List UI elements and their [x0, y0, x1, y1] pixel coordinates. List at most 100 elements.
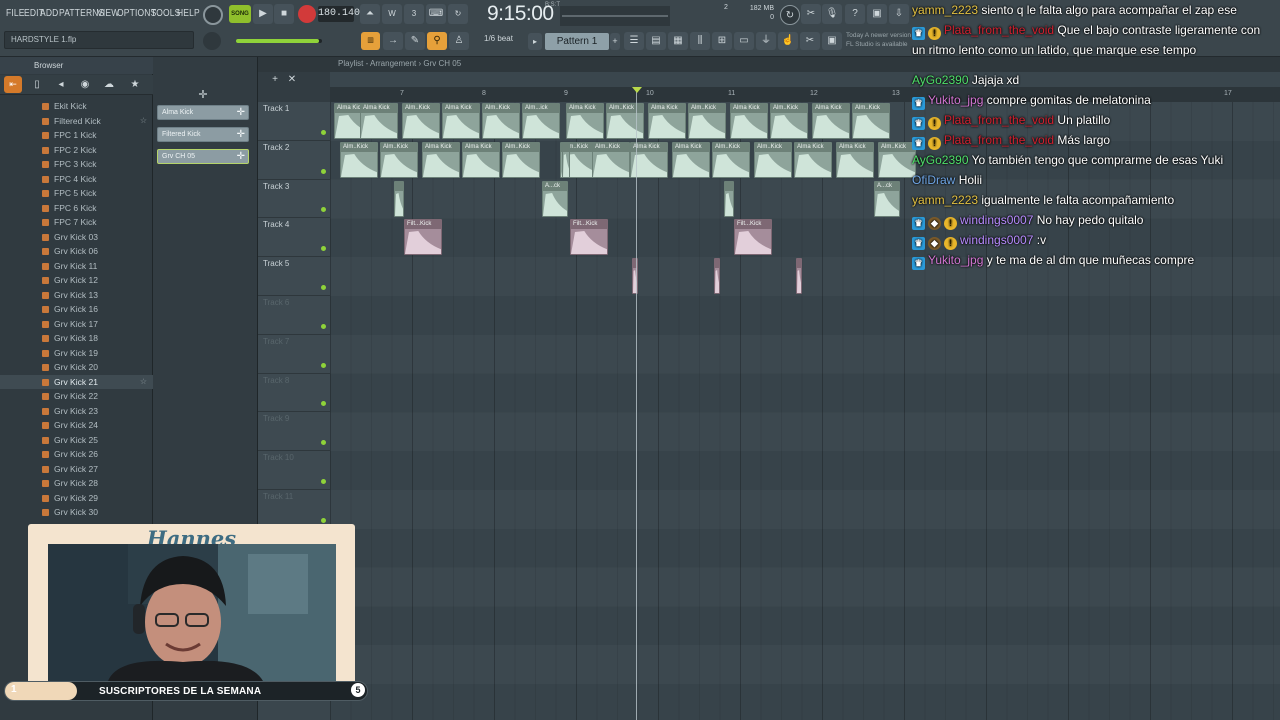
- chat-username[interactable]: Yukito_jpg: [928, 93, 983, 107]
- browser-item[interactable]: Grv Kick 12: [0, 273, 153, 288]
- piano-roll-icon[interactable]: ▤: [646, 32, 666, 50]
- browser-item[interactable]: Ekit Kick: [0, 99, 153, 114]
- pattern-clip[interactable]: Alma Kick: [648, 103, 686, 139]
- master-volume-slider[interactable]: [236, 39, 322, 43]
- pattern-clip[interactable]: Alma Kick: [730, 103, 768, 139]
- track-header[interactable]: Track 8: [258, 373, 330, 413]
- stamp-icon[interactable]: ♙: [449, 32, 469, 50]
- chat-username[interactable]: yamm_2223: [912, 3, 978, 17]
- track-header[interactable]: Track 6: [258, 295, 330, 335]
- track-mute-led[interactable]: [321, 284, 326, 290]
- chat-username[interactable]: Plata_from_the_void: [944, 133, 1054, 147]
- chat-username[interactable]: yamm_2223: [912, 193, 978, 207]
- browser-item[interactable]: Grv Kick 28: [0, 476, 153, 491]
- pattern-clip[interactable]: Alma Kick: [566, 103, 604, 139]
- playhead-marker[interactable]: [632, 87, 642, 93]
- sample-icon[interactable]: ✂: [800, 32, 820, 50]
- pattern-clip[interactable]: Alm..Kick: [502, 141, 540, 178]
- chat-username[interactable]: AyGo2390: [912, 73, 969, 87]
- browser-item[interactable]: Grv Kick 23: [0, 404, 153, 419]
- track-mute-led[interactable]: [321, 478, 326, 484]
- browser-item[interactable]: FPC 3 Kick: [0, 157, 153, 172]
- pattern-clip[interactable]: [394, 180, 404, 217]
- project-name[interactable]: HARDSTYLE 1.flp: [4, 31, 194, 49]
- pattern-clip[interactable]: Alm..Kick: [340, 141, 378, 178]
- pattern-clip[interactable]: Alm..Kick: [592, 141, 630, 178]
- channel-add-icon[interactable]: ✛: [193, 85, 213, 105]
- playhead[interactable]: [636, 87, 637, 720]
- channel-filtered-kick[interactable]: Filtered Kick ✛: [157, 127, 249, 142]
- browser-item[interactable]: Grv Kick 20: [0, 360, 153, 375]
- browser-item[interactable]: Grv Kick 25: [0, 433, 153, 448]
- add-track-icon[interactable]: +: [268, 74, 282, 86]
- track-header[interactable]: Track 11: [258, 489, 330, 529]
- cut-icon[interactable]: ✂: [801, 4, 821, 24]
- chat-username[interactable]: windings0007: [960, 233, 1033, 247]
- pencil-icon[interactable]: ✎: [405, 32, 425, 50]
- pattern-clip[interactable]: Alm..Kick: [852, 103, 890, 139]
- mixer-icon[interactable]: ⫼: [690, 32, 710, 50]
- track-mute-led[interactable]: [321, 246, 326, 252]
- chat-username[interactable]: Yukito_jpg: [928, 253, 983, 267]
- pattern-clip[interactable]: Alm..Kick: [402, 103, 440, 139]
- chat-username[interactable]: windings0007: [960, 213, 1033, 227]
- pattern-clip[interactable]: Filt...Kick: [570, 219, 608, 256]
- pattern-prev-icon[interactable]: ▸: [528, 33, 542, 50]
- plugin-picker-icon[interactable]: ⊞: [712, 32, 732, 50]
- cloud-icon[interactable]: ☁: [100, 76, 118, 93]
- browser-item[interactable]: Grv Kick 17: [0, 317, 153, 332]
- track-mute-led[interactable]: [321, 440, 326, 446]
- pattern-clip[interactable]: Alma Kick: [442, 103, 480, 139]
- track-mute-led[interactable]: [321, 517, 326, 523]
- pattern-clip[interactable]: Filt...Kick: [734, 219, 772, 256]
- track-mute-led[interactable]: [321, 168, 326, 174]
- pattern-clip[interactable]: A...ck: [874, 180, 900, 217]
- pattern-clip[interactable]: [796, 258, 802, 295]
- menu-help[interactable]: HELP: [177, 8, 200, 19]
- browser-item[interactable]: FPC 2 Kick: [0, 143, 153, 158]
- pattern-clip[interactable]: Alm..Kick: [770, 103, 808, 139]
- browser-item[interactable]: Grv Kick 16: [0, 302, 153, 317]
- microphone-icon[interactable]: 🎙: [822, 4, 842, 24]
- tempo-display[interactable]: 180.140: [318, 6, 360, 22]
- pattern-clip[interactable]: Alma Kick: [812, 103, 850, 139]
- favorite-star-icon[interactable]: ☆: [140, 375, 147, 390]
- file-icon[interactable]: ▯: [28, 76, 46, 93]
- plugin-icon[interactable]: ⏚: [756, 32, 776, 50]
- pattern-clip[interactable]: Alma Kick: [794, 141, 832, 178]
- loop-record-icon[interactable]: ↻: [448, 4, 468, 24]
- track-header[interactable]: Track 1: [258, 102, 330, 141]
- browser-item[interactable]: Grv Kick 13: [0, 288, 153, 303]
- browser-item[interactable]: FPC 1 Kick: [0, 128, 153, 143]
- pattern-clip[interactable]: Alm..Kick: [754, 141, 792, 178]
- chat-username[interactable]: OfiDraw: [912, 173, 955, 187]
- track-header[interactable]: Track 10: [258, 451, 330, 490]
- mixer-news-icon[interactable]: ▣: [822, 32, 842, 50]
- browser-item[interactable]: Grv Kick 24: [0, 418, 153, 433]
- arrow-right-icon[interactable]: →: [383, 32, 403, 50]
- master-pitch-knob-icon[interactable]: [203, 32, 221, 50]
- browser-collapse-icon[interactable]: ⇤: [4, 76, 22, 93]
- wait-icon[interactable]: W: [382, 4, 402, 24]
- pattern-clip[interactable]: Alm..Kick: [482, 103, 520, 139]
- pattern-clip[interactable]: Alm..Kick: [688, 103, 726, 139]
- pattern-clip[interactable]: Alma Kick: [422, 141, 460, 178]
- play-icon[interactable]: ▶: [253, 4, 273, 24]
- stop-icon[interactable]: ■: [274, 4, 294, 24]
- browser-item[interactable]: Grv Kick 21 ☆: [0, 374, 153, 390]
- chat-username[interactable]: AyGo2390: [912, 153, 969, 167]
- browser-item[interactable]: FPC 4 Kick: [0, 172, 153, 187]
- track-mute-led[interactable]: [321, 362, 326, 368]
- snap-selector[interactable]: 1/6 beat: [484, 34, 513, 43]
- browser-item[interactable]: Grv Kick 19: [0, 346, 153, 361]
- browser-item[interactable]: Filtered Kick ☆: [0, 114, 153, 129]
- pattern-clip[interactable]: Filt...Kick: [404, 219, 442, 256]
- browser-item[interactable]: FPC 6 Kick: [0, 201, 153, 216]
- browser-item[interactable]: Grv Kick 22: [0, 389, 153, 404]
- browser-item[interactable]: Grv Kick 27: [0, 462, 153, 477]
- link-icon[interactable]: ⚲: [427, 32, 447, 50]
- speaker-icon[interactable]: ◂: [52, 76, 70, 93]
- pattern-clip[interactable]: [724, 180, 734, 217]
- browser-item[interactable]: FPC 7 Kick: [0, 215, 153, 230]
- browser-item[interactable]: Grv Kick 18: [0, 331, 153, 346]
